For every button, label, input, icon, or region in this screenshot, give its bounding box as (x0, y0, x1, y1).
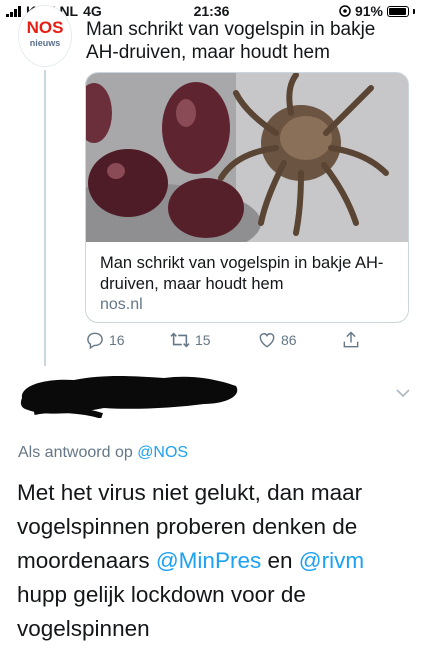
reply-tweet-text: Met het virus niet gelukt, dan maar voge… (17, 476, 417, 646)
battery-tip (413, 8, 415, 14)
share-icon (343, 331, 359, 348)
reply-context: Als antwoord op @NOS (18, 444, 188, 462)
reply-prefix: Als antwoord op (18, 444, 133, 461)
card-domain: nos.nl (100, 296, 143, 313)
battery-icon (387, 5, 409, 17)
retweet-icon (170, 332, 190, 348)
avatar-logo-text: NOS (26, 18, 64, 37)
link-card[interactable]: Man schrikt van vogelspin in bakje AH-dr… (85, 72, 409, 323)
like-icon (259, 333, 275, 348)
retweet-count: 15 (195, 332, 211, 348)
avatar-nos[interactable]: NOS nieuws (18, 5, 72, 67)
like-count: 86 (281, 332, 297, 348)
tweet-text-part3: hupp gelijk lockdown voor de vogelspinne… (17, 582, 306, 641)
status-right: 91% (339, 3, 415, 19)
tweet-text: Man schrikt van vogelspin in bakje AH-dr… (86, 19, 376, 63)
card-image (86, 73, 408, 242)
avatar-sub-text: nieuws (29, 38, 61, 48)
reply-button[interactable]: 16 (85, 330, 125, 350)
share-button[interactable] (341, 330, 361, 350)
tweet-actions: 16 15 86 (85, 330, 405, 352)
thread-connector-line (44, 70, 46, 366)
location-icon (339, 5, 351, 17)
mention-minpres-link[interactable]: @MinPres (156, 548, 261, 573)
reply-icon (87, 332, 103, 350)
reply-count: 16 (109, 332, 125, 348)
like-button[interactable]: 86 (257, 330, 297, 350)
battery-percent: 91% (354, 3, 383, 19)
card-title: Man schrikt van vogelspin in bakje AH-dr… (100, 254, 384, 293)
chevron-down-icon[interactable] (396, 388, 410, 398)
retweet-button[interactable]: 15 (169, 330, 211, 350)
reply-handle-link[interactable]: @NOS (137, 444, 188, 461)
tweet-text-part2: en (267, 548, 293, 573)
redacted-user-info (20, 376, 238, 418)
mention-rivm-link[interactable]: @rivm (299, 548, 364, 573)
